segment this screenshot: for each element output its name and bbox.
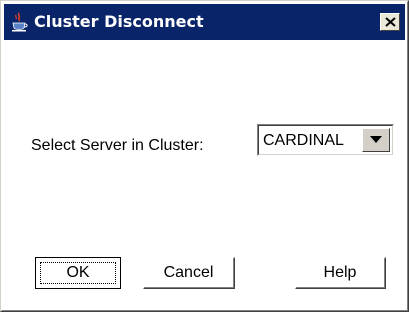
server-select[interactable]: CARDINAL [257, 124, 394, 156]
close-icon [385, 17, 396, 27]
close-button[interactable] [380, 13, 400, 31]
java-cup-icon [10, 12, 28, 32]
dialog-title: Cluster Disconnect [34, 12, 204, 31]
title-bar[interactable]: Cluster Disconnect [4, 4, 405, 40]
cancel-button[interactable]: Cancel [143, 257, 235, 289]
ok-button[interactable]: OK [35, 257, 121, 289]
cluster-disconnect-dialog: Cluster Disconnect Select Server in Clus… [0, 0, 409, 312]
ok-button-label: OK [66, 264, 90, 281]
chevron-down-icon [370, 136, 382, 143]
server-select-dropdown-button[interactable] [362, 128, 390, 152]
help-button-face: Help [296, 258, 385, 288]
help-button-label: Help [323, 263, 357, 281]
server-select-value: CARDINAL [263, 132, 344, 149]
dialog-frame: Cluster Disconnect Select Server in Clus… [1, 1, 408, 311]
help-button[interactable]: Help [295, 257, 386, 289]
server-label: Select Server in Cluster: [31, 137, 204, 154]
cancel-button-label: Cancel [163, 263, 214, 281]
cancel-button-face: Cancel [144, 258, 234, 288]
server-select-field: CARDINAL [258, 125, 393, 155]
ok-button-focus: OK [40, 262, 116, 284]
